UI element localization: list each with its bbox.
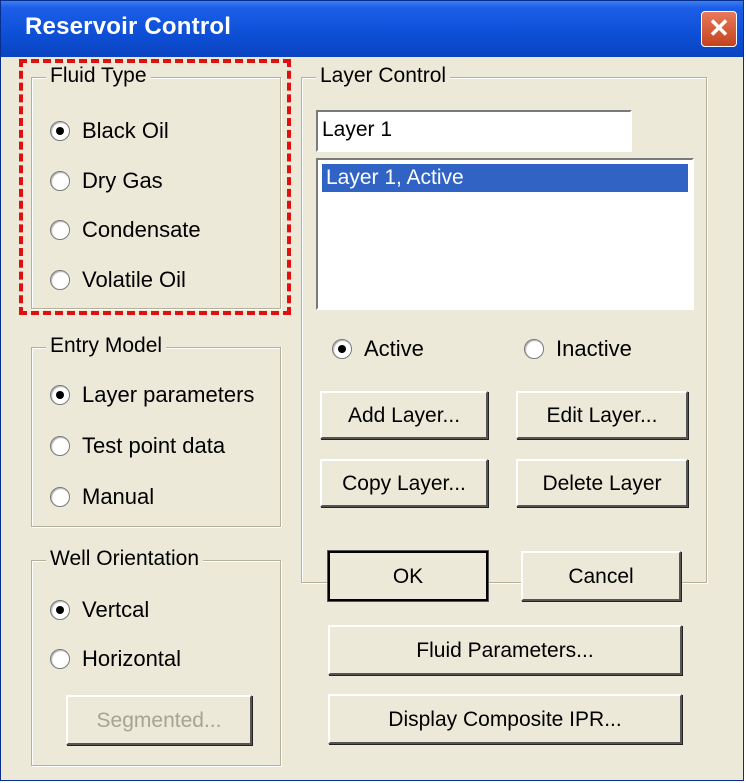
display-composite-ipr-label: Display Composite IPR... [388,708,622,731]
entry-model-group: Entry Model Layer parameters Test point … [31,334,281,527]
radio-label: Dry Gas [82,168,163,193]
radio-label: Manual [82,484,155,509]
radio-dot[interactable] [50,270,70,290]
radio-label: Inactive [556,336,632,361]
copy-layer-button[interactable]: Copy Layer... [320,459,488,507]
entry-model-legend: Entry Model [46,334,167,358]
fluid-type-legend: Fluid Type [46,64,151,88]
layer-listbox[interactable]: Layer 1, Active [316,158,694,310]
ok-label: OK [392,565,424,588]
fluid-type-group: Fluid Type Black Oil Dry Gas Condensate … [31,64,281,309]
radio-dot[interactable] [332,339,352,359]
ok-button[interactable]: OK [327,550,489,602]
layer-name-input[interactable]: Layer 1 [316,110,632,152]
title-bar[interactable]: Reservoir Control ✕ [1,1,743,57]
radio-dot[interactable] [50,171,70,191]
dialog-body: Fluid Type Black Oil Dry Gas Condensate … [1,57,743,780]
radio-label: Volatile Oil [82,267,186,292]
radio-label: Condensate [82,217,201,242]
cancel-label: Cancel [568,565,634,588]
radio-label: Horizontal [82,646,182,671]
radio-dot[interactable] [524,339,544,359]
edit-layer-button[interactable]: Edit Layer... [516,391,688,439]
radio-label: Layer parameters [82,382,255,407]
fluid-parameters-button[interactable]: Fluid Parameters... [328,625,682,675]
delete-layer-label: Delete Layer [542,472,662,495]
radio-label: Test point data [82,433,226,458]
display-composite-ipr-button[interactable]: Display Composite IPR... [328,694,682,744]
close-icon: ✕ [708,13,730,43]
segmented-button[interactable]: Segmented... [66,695,252,745]
fluid-parameters-label: Fluid Parameters... [416,639,594,662]
radio-dot[interactable] [50,487,70,507]
copy-layer-label: Copy Layer... [342,472,466,495]
close-button[interactable]: ✕ [701,11,737,47]
segmented-button-label: Segmented... [96,709,222,732]
delete-layer-button[interactable]: Delete Layer [516,459,688,507]
add-layer-label: Add Layer... [347,404,461,427]
radio-dot[interactable] [50,436,70,456]
list-item[interactable]: Layer 1, Active [322,164,688,192]
radio-dot[interactable] [50,385,70,405]
radio-dot[interactable] [50,600,70,620]
window-title: Reservoir Control [25,13,232,40]
radio-dot[interactable] [50,649,70,669]
radio-label: Black Oil [82,118,169,143]
well-orientation-group: Well Orientation Vertcal Horizontal Segm… [31,547,281,766]
reservoir-control-dialog: Reservoir Control ✕ Fluid Type Black Oil… [0,0,744,781]
edit-layer-label: Edit Layer... [546,404,658,427]
radio-dot[interactable] [50,121,70,141]
well-orientation-legend: Well Orientation [46,547,204,571]
radio-label: Active [364,336,424,361]
radio-label: Vertcal [82,597,150,622]
layer-name-value: Layer 1 [322,118,393,141]
radio-dot[interactable] [50,220,70,240]
cancel-button[interactable]: Cancel [521,551,681,601]
layer-control-legend: Layer Control [316,64,451,88]
layer-control-group: Layer Control Layer 1 Layer 1, Active Ac… [301,64,707,583]
add-layer-button[interactable]: Add Layer... [320,391,488,439]
